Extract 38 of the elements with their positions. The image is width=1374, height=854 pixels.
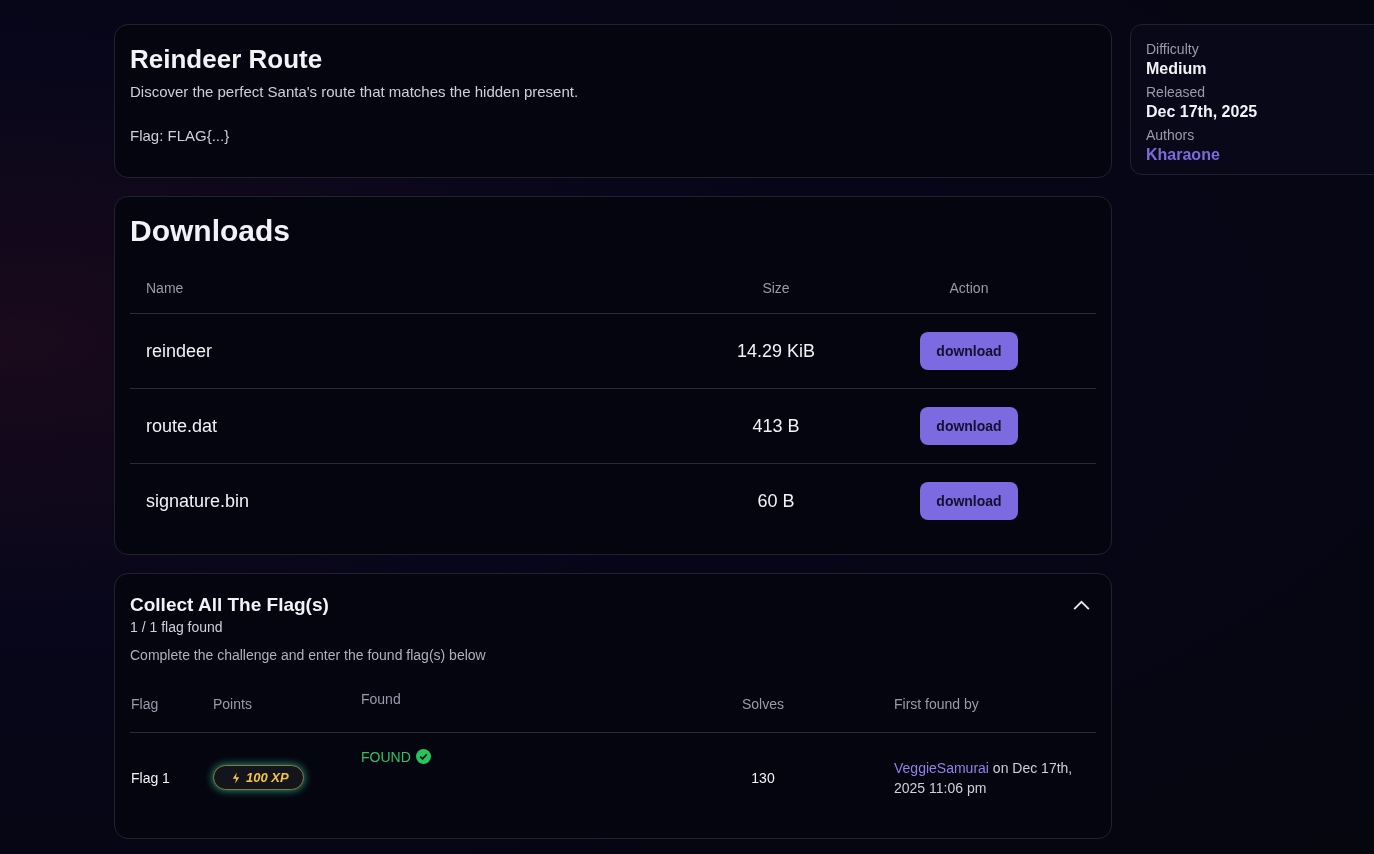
download-button[interactable]: download xyxy=(920,407,1018,445)
download-button[interactable]: download xyxy=(920,482,1018,520)
points-badge: 100 XP xyxy=(213,765,304,790)
found-status: FOUND xyxy=(361,749,411,765)
file-name: route.dat xyxy=(130,388,675,464)
file-name: signature.bin xyxy=(130,463,675,538)
detail-label: Released xyxy=(1146,84,1207,100)
downloads-title: Downloads xyxy=(130,213,291,249)
file-name: reindeer xyxy=(130,313,675,389)
download-button[interactable]: download xyxy=(920,332,1018,370)
flag-name: Flag 1 xyxy=(130,732,212,822)
detail-value: Medium xyxy=(1146,60,1208,78)
column-header: Size xyxy=(675,263,877,314)
column-header: Action xyxy=(877,263,1096,314)
first-found-text: VeggieSamurai on Dec 17th, 2025 11:06 pm xyxy=(894,758,1074,798)
column-header: Points xyxy=(212,675,360,733)
collapse-chevron-icon[interactable] xyxy=(1072,600,1091,611)
challenge-title: Reindeer Route xyxy=(130,43,324,76)
detail-value: Dec 17th, 2025 xyxy=(1146,103,1259,121)
column-header: First found by xyxy=(864,675,1096,733)
column-header: Name xyxy=(130,263,675,314)
file-size: 14.29 KiB xyxy=(675,313,877,389)
flag-format-text: Flag: FLAG{...} xyxy=(130,126,231,146)
column-header: Found xyxy=(360,675,662,733)
check-circle-icon xyxy=(415,749,431,764)
solves-count: 130 xyxy=(662,732,864,822)
author-link[interactable]: Kharaone xyxy=(1146,146,1374,164)
lightning-icon xyxy=(232,771,240,784)
detail-label: Difficulty xyxy=(1146,41,1200,57)
flags-title: Collect All The Flag(s) xyxy=(130,594,329,616)
detail-label: Authors xyxy=(1146,127,1196,143)
user-link[interactable]: VeggieSamurai xyxy=(894,759,989,776)
file-size: 413 B xyxy=(675,388,877,464)
column-header: Flag xyxy=(130,675,212,733)
challenge-description: Discover the perfect Santa's route that matches the hidden present. xyxy=(130,82,580,102)
file-size: 60 B xyxy=(675,463,877,538)
column-header: Solves xyxy=(662,675,864,733)
flags-instructions: Complete the challenge and enter the found flag(s) below xyxy=(130,647,487,663)
